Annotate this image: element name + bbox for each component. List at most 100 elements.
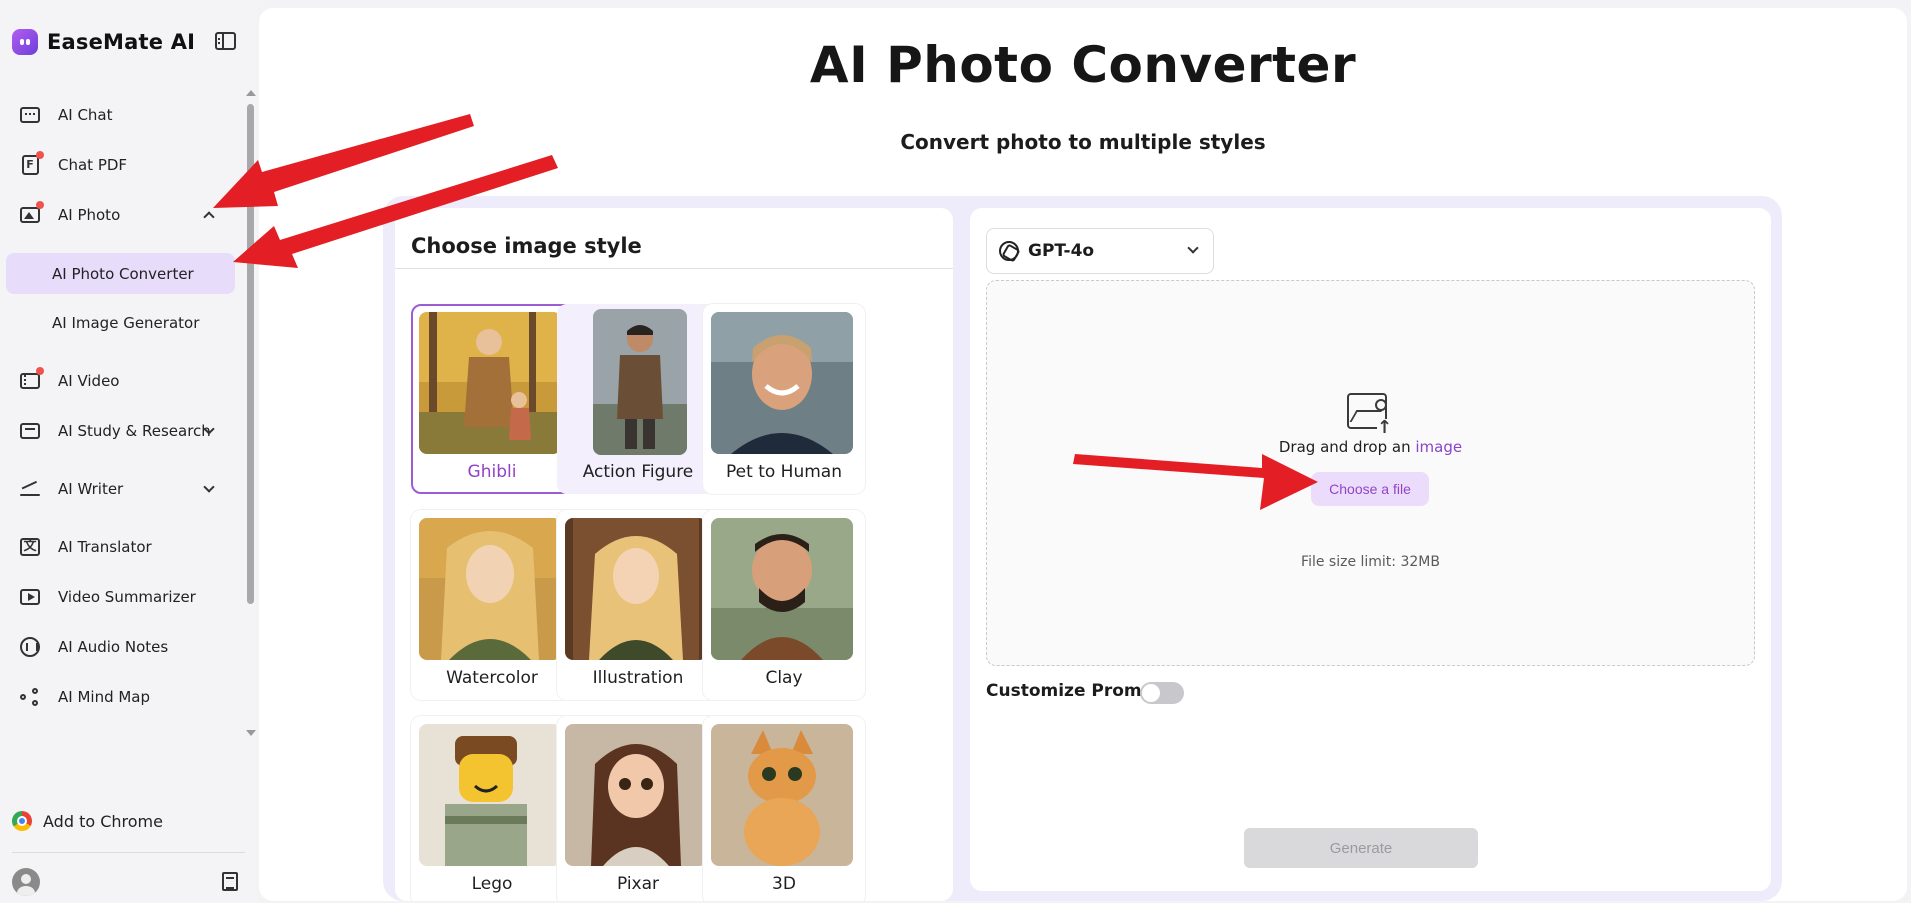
video-icon (18, 367, 44, 392)
new-badge-dot (36, 367, 44, 375)
easemate-logo-icon (12, 29, 38, 55)
upload-arrow-icon: ↑ (1377, 417, 1393, 438)
style-name: Pet to Human (726, 462, 842, 482)
study-list-icon (18, 420, 42, 442)
photo-icon (18, 201, 44, 226)
sidebar-item-label: AI Image Generator (52, 314, 200, 332)
style-name: Action Figure (582, 462, 694, 482)
page-title: AI Photo Converter (809, 36, 1357, 94)
writer-pen-icon (18, 478, 42, 500)
sidebar-item-ai-chat[interactable]: AI Chat (6, 95, 235, 135)
sidebar-item-ai-photo[interactable]: AI Photo (6, 195, 235, 235)
chat-icon (18, 104, 42, 126)
scroll-up-arrow-icon[interactable] (246, 90, 256, 96)
sidebar-item-ai-writer[interactable]: AI Writer (6, 469, 235, 509)
illustration-thumbnail (565, 518, 707, 660)
notes-icon[interactable] (222, 872, 238, 891)
chevron-up-icon (203, 211, 215, 223)
drag-drop-label: Drag and drop an (1278, 438, 1411, 456)
image-dropzone[interactable]: ↑ Drag and drop an image Choose a file F… (986, 280, 1755, 666)
style-name: Illustration (592, 668, 684, 688)
clay-thumbnail (711, 518, 853, 660)
user-avatar[interactable] (12, 868, 40, 896)
brand-name: EaseMate AI (47, 30, 196, 54)
sidebar-item-label: AI Mind Map (58, 688, 151, 706)
watercolor-thumbnail (419, 518, 561, 660)
upload-card: GPT-4o ↑ Drag and drop an image Choose a… (970, 208, 1771, 891)
3d-thumbnail (711, 724, 853, 866)
sidebar-item-chat-pdf[interactable]: F Chat PDF (6, 145, 235, 185)
style-name: Watercolor (446, 668, 538, 688)
style-name: Clay (765, 668, 803, 688)
action-figure-thumbnail (593, 309, 687, 455)
chevron-down-icon (203, 481, 215, 493)
translate-icon: 文 (18, 536, 42, 558)
style-name: Ghibli (467, 462, 517, 482)
sidebar-item-label: AI Photo Converter (52, 264, 194, 283)
style-card-pet-to-human[interactable]: Pet to Human (703, 304, 865, 494)
sidebar-item-label: AI Study & Research (58, 422, 211, 440)
chevron-down-icon (1187, 242, 1199, 254)
ghibli-thumbnail (419, 312, 561, 454)
style-card-action-figure[interactable]: Action Figure (557, 304, 719, 494)
sidebar-item-ai-translator[interactable]: 文 AI Translator (6, 527, 235, 567)
generate-button[interactable]: Generate (1244, 828, 1478, 868)
style-card-watercolor[interactable]: Watercolor (411, 510, 573, 700)
sidebar-item-label: AI Chat (58, 106, 113, 124)
brand[interactable]: EaseMate AI (12, 28, 195, 56)
sidebar-item-ai-image-generator[interactable]: AI Image Generator (6, 303, 235, 343)
drag-drop-text: Drag and drop an image (987, 438, 1754, 456)
customize-prompt-label: Customize Prompt (986, 681, 1162, 701)
pet-to-human-thumbnail (711, 312, 853, 454)
sidebar-item-label: AI Photo (58, 206, 121, 224)
sidebar-item-label: AI Writer (58, 480, 124, 498)
customize-prompt-toggle[interactable] (1140, 682, 1184, 704)
new-badge-dot (36, 201, 44, 209)
style-name: Pixar (616, 874, 660, 894)
model-select[interactable]: GPT-4o (986, 228, 1214, 274)
sidebar-item-ai-video[interactable]: AI Video (6, 361, 235, 401)
pixar-thumbnail (565, 724, 707, 866)
image-link[interactable]: image (1415, 438, 1462, 456)
page-subtitle: Convert photo to multiple styles (900, 130, 1266, 154)
style-card-ghibli[interactable]: Ghibli (411, 304, 573, 494)
play-icon (18, 586, 42, 608)
sidebar-item-label: AI Audio Notes (58, 638, 169, 656)
style-card-pixar[interactable]: Pixar (557, 716, 719, 901)
chrome-icon (12, 811, 32, 831)
main-content: AI Photo Converter Convert photo to mult… (259, 8, 1907, 901)
sidebar-collapse-icon[interactable] (215, 32, 236, 50)
openai-icon (999, 241, 1019, 261)
model-select-value: GPT-4o (1028, 241, 1095, 261)
audio-wave-icon (18, 636, 42, 658)
style-chooser-title: Choose image style (411, 234, 642, 258)
divider (12, 852, 245, 853)
sidebar-item-label: AI Video (58, 372, 120, 390)
sidebar-item-label: Video Summarizer (58, 588, 196, 606)
style-card-clay[interactable]: Clay (703, 510, 865, 700)
new-badge-dot (36, 151, 44, 159)
add-to-chrome-button[interactable]: Add to Chrome (12, 811, 163, 831)
add-to-chrome-label: Add to Chrome (43, 811, 163, 831)
style-chooser-card: Choose image style Ghibli Action Figure … (395, 208, 953, 901)
sidebar-item-ai-audio-notes[interactable]: AI Audio Notes (6, 627, 235, 667)
style-card-lego[interactable]: Lego (411, 716, 573, 901)
sidebar-scrollbar[interactable] (247, 104, 254, 604)
sidebar: EaseMate AI AI Chat F Chat PDF AI Photo … (0, 0, 257, 903)
divider (395, 268, 953, 269)
style-name: Lego (471, 874, 513, 894)
choose-file-button[interactable]: Choose a file (1311, 472, 1429, 506)
sidebar-item-label: Chat PDF (58, 156, 128, 174)
sidebar-item-ai-study-research[interactable]: AI Study & Research (6, 411, 235, 451)
mind-map-icon (18, 686, 42, 708)
style-card-3d[interactable]: 3D (703, 716, 865, 901)
lego-thumbnail (419, 724, 561, 866)
style-card-illustration[interactable]: Illustration (557, 510, 719, 700)
sidebar-item-ai-mind-map[interactable]: AI Mind Map (6, 677, 235, 717)
file-size-limit: File size limit: 32MB (1301, 554, 1440, 570)
scroll-down-arrow-icon[interactable] (246, 730, 256, 736)
sidebar-item-label: AI Translator (58, 538, 152, 556)
sidebar-item-video-summarizer[interactable]: Video Summarizer (6, 577, 235, 617)
pdf-icon: F (18, 151, 44, 176)
sidebar-item-ai-photo-converter[interactable]: AI Photo Converter (6, 253, 235, 294)
